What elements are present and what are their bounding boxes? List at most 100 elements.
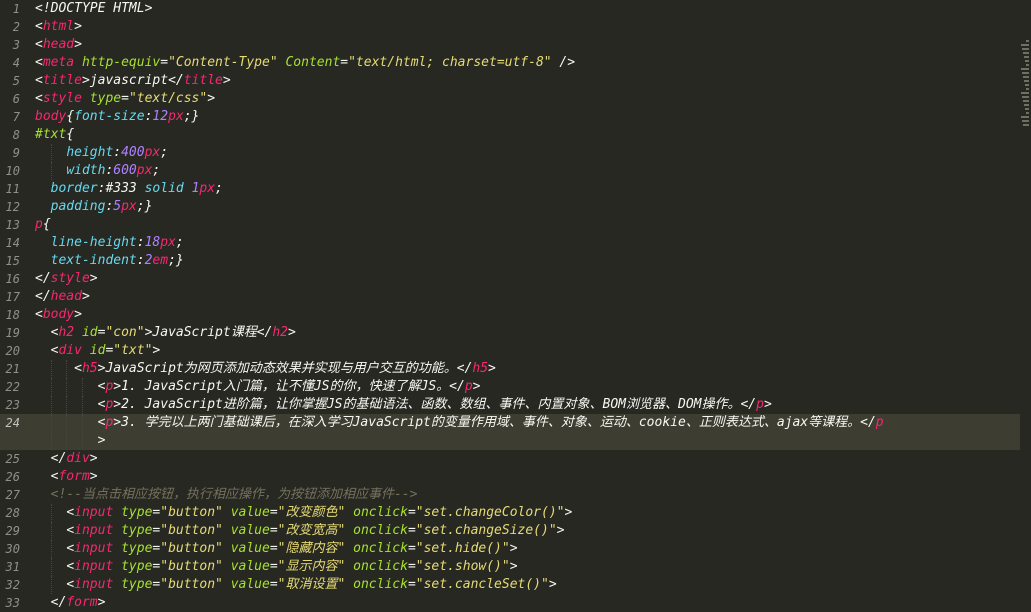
- line-number: 29: [5, 524, 20, 538]
- line-number: 15: [5, 254, 20, 268]
- code-line[interactable]: 29 <input type="button" value="改变宽高" onc…: [0, 522, 1020, 540]
- code-line[interactable]: 24 <p>3. 学完以上两门基础课后，在深入学习JavaScript的变量作用…: [0, 414, 1020, 432]
- code-token: <: [35, 307, 43, 322]
- code-token: ;}: [136, 199, 153, 214]
- code-line[interactable]: 8 #txt{: [0, 126, 1020, 144]
- code-token: "改变颜色": [277, 505, 346, 520]
- code-line[interactable]: 11 border:#333 solid 1px;: [0, 180, 1020, 198]
- code-line[interactable]: 31 <input type="button" value="显示内容" onc…: [0, 558, 1020, 576]
- code-line[interactable]: 30 <input type="button" value="隐藏内容" onc…: [0, 540, 1020, 558]
- code-line[interactable]: 1 <!DOCTYPE HTML>: [0, 0, 1020, 18]
- code-line[interactable]: 3 <head>: [0, 36, 1020, 54]
- code-token: "txt": [113, 343, 153, 358]
- code-token: "button": [160, 559, 223, 574]
- code-line[interactable]: 5 <title>javascript</title>: [0, 72, 1020, 90]
- code-line[interactable]: 12 padding:5px;}: [0, 198, 1020, 216]
- code-line[interactable]: 21 <h5>JavaScript为网页添加动态效果并实现与用户交互的功能。</…: [0, 360, 1020, 378]
- code-line[interactable]: 32 <input type="button" value="取消设置" onc…: [0, 576, 1020, 594]
- code-line[interactable]: 16 </style>: [0, 270, 1020, 288]
- line-number: 21: [5, 362, 20, 376]
- code-token: =: [269, 541, 278, 556]
- code-line[interactable]: 15 text-indent:2em;}: [0, 252, 1020, 270]
- code-text: <input type="button" value="取消设置" onclic…: [35, 576, 556, 594]
- code-line[interactable]: 18 <body>: [0, 306, 1020, 324]
- indent-guide: [50, 414, 52, 432]
- code-token: type: [121, 577, 153, 592]
- code-line[interactable]: 23 <p>2. JavaScript进阶篇，让你掌握JS的基础语法、函数、数组…: [0, 396, 1020, 414]
- code-line[interactable]: 7 body{font-size:12px;}: [0, 108, 1020, 126]
- code-token: input: [74, 523, 114, 538]
- code-token: >: [113, 379, 122, 394]
- code-line[interactable]: 28 <input type="button" value="改变颜色" onc…: [0, 504, 1020, 522]
- code-line[interactable]: >: [0, 432, 1020, 450]
- indent-guide: [81, 432, 83, 450]
- code-line[interactable]: 33 </form>: [0, 594, 1020, 612]
- code-token: em: [152, 253, 169, 268]
- code-token: {: [42, 217, 51, 232]
- code-token: title: [42, 73, 82, 88]
- code-text: <title>javascript</title>: [35, 72, 231, 90]
- code-text: <!DOCTYPE HTML>: [35, 0, 152, 18]
- code-token: "set.changeSize()": [415, 523, 557, 538]
- code-editor[interactable]: 1 <!DOCTYPE HTML> 2 <html> 3 <head> 4 <meta htt…: [0, 0, 1020, 611]
- code-line[interactable]: 9 height:400px;: [0, 144, 1020, 162]
- code-token: <: [35, 91, 43, 106]
- code-line[interactable]: 10 width:600px;: [0, 162, 1020, 180]
- code-line[interactable]: 14 line-height:18px;: [0, 234, 1020, 252]
- code-token: id: [89, 343, 106, 358]
- code-token: </: [35, 289, 51, 304]
- line-number: 22: [5, 380, 20, 394]
- code-token: p: [464, 379, 473, 394]
- code-text: <html>: [35, 18, 82, 36]
- code-line[interactable]: 2 <html>: [0, 18, 1020, 36]
- line-number: 31: [5, 560, 20, 574]
- code-text: <input type="button" value="隐藏内容" onclic…: [35, 540, 517, 558]
- code-token: border: [50, 181, 98, 196]
- code-token: body: [35, 109, 67, 124]
- code-token: </: [50, 595, 67, 610]
- code-token: input: [74, 505, 114, 520]
- code-text: <div id="txt">: [35, 342, 161, 360]
- code-token: {: [66, 109, 75, 124]
- line-number: 23: [5, 398, 20, 412]
- code-token: h2: [58, 325, 75, 340]
- code-token: </: [456, 361, 473, 376]
- code-line[interactable]: 25 </div>: [0, 450, 1020, 468]
- code-line[interactable]: 27 <!--当点击相应按钮，执行相应操作，为按钮添加相应事件-->: [0, 486, 1020, 504]
- code-token: value: [230, 577, 270, 592]
- code-token: <!DOCTYPE HTML>: [35, 1, 153, 16]
- code-text: </head>: [35, 288, 90, 306]
- code-token: http-equiv: [81, 55, 161, 70]
- code-line[interactable]: 20 <div id="txt">: [0, 342, 1020, 360]
- code-token: h5: [472, 361, 489, 376]
- code-token: =: [407, 577, 416, 592]
- minimap-mark: [1023, 52, 1029, 54]
- code-text: <h2 id="con">JavaScript课程</h2>: [35, 324, 296, 342]
- code-line[interactable]: 6 <style type="text/css">: [0, 90, 1020, 108]
- indent-guide: [81, 378, 83, 396]
- code-token: </: [35, 271, 51, 286]
- code-text: <p>2. JavaScript进阶篇，让你掌握JS的基础语法、函数、数组、事件…: [35, 396, 772, 414]
- minimap[interactable]: [1020, 0, 1031, 611]
- line-number: 12: [5, 200, 20, 214]
- code-line[interactable]: 19 <h2 id="con">JavaScript课程</h2>: [0, 324, 1020, 342]
- line-number: 13: [5, 218, 20, 232]
- code-token: >: [488, 361, 496, 376]
- code-token: =: [160, 55, 169, 70]
- code-line[interactable]: 13 p{: [0, 216, 1020, 234]
- code-line[interactable]: 22 <p>1. JavaScript入门篇，让不懂JS的你，快速了解JS。</…: [0, 378, 1020, 396]
- code-line[interactable]: 4 <meta http-equiv="Content-Type" Content…: [0, 54, 1020, 72]
- code-line[interactable]: 17 </head>: [0, 288, 1020, 306]
- code-token: <: [74, 361, 82, 376]
- code-token: "button": [160, 577, 223, 592]
- code-token: :: [113, 145, 122, 160]
- code-token: =: [269, 505, 278, 520]
- line-number: 2: [12, 20, 20, 34]
- code-line[interactable]: 26 <form>: [0, 468, 1020, 486]
